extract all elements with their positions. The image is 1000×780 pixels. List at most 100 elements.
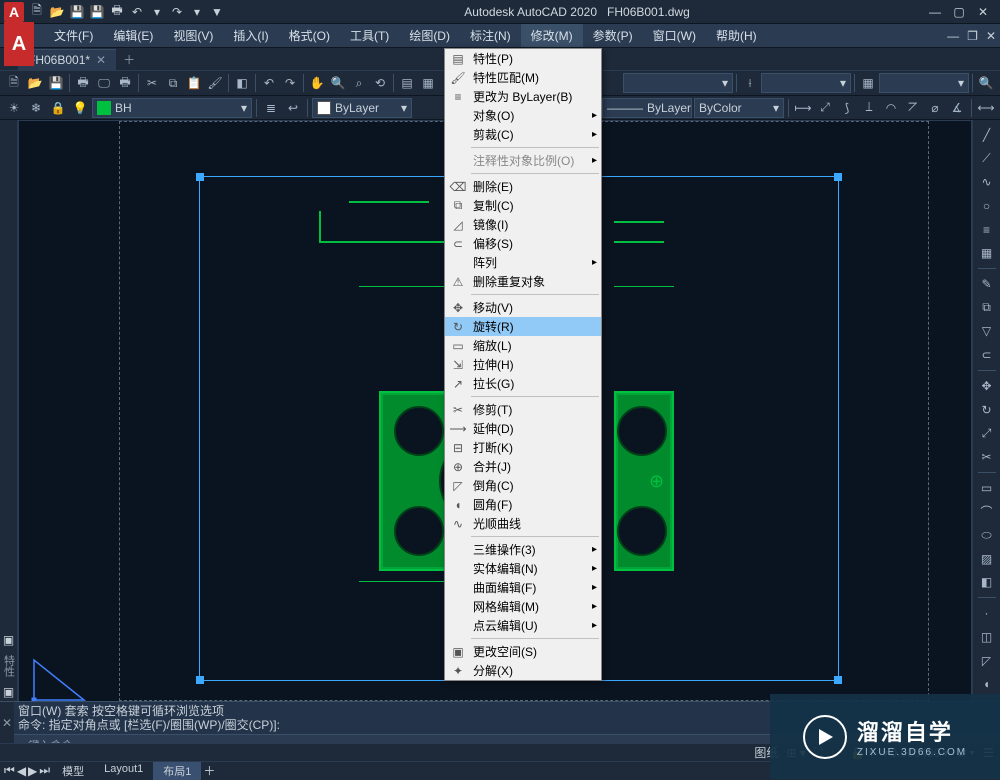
mdi-close-icon[interactable]: ✕ bbox=[986, 29, 996, 43]
panel-icon[interactable]: ▣ bbox=[3, 685, 14, 699]
ellipse-tool-icon[interactable]: ⬭ bbox=[976, 524, 998, 546]
rect-tool-icon[interactable]: ▭ bbox=[976, 477, 998, 499]
layer-manager-icon[interactable]: ☀ bbox=[4, 98, 24, 118]
layout-tab[interactable]: 布局1 bbox=[153, 762, 201, 780]
point-tool-icon[interactable]: · bbox=[976, 602, 998, 624]
plotstyle-dropdown[interactable]: ByColor ▾ bbox=[694, 98, 784, 118]
matchprop-icon[interactable]: 🖌 bbox=[205, 73, 225, 93]
move-tool-icon[interactable]: ✥ bbox=[976, 375, 998, 397]
menu-item[interactable]: ↗拉长(G) bbox=[445, 374, 601, 393]
menu-item[interactable]: ⚠删除重复对象 bbox=[445, 272, 601, 291]
menu-item[interactable]: ▭缩放(L) bbox=[445, 336, 601, 355]
menu-编辑[interactable]: 编辑(E) bbox=[103, 24, 163, 47]
menu-item[interactable]: 剪裁(C)▸ bbox=[445, 125, 601, 144]
layer-lock-icon[interactable]: 🔒 bbox=[48, 98, 68, 118]
block-tool-icon[interactable]: ◫ bbox=[976, 626, 998, 648]
chamfer-tool-icon[interactable]: ◸ bbox=[976, 650, 998, 672]
fillet-tool-icon[interactable]: ◖ bbox=[976, 673, 998, 695]
print-icon[interactable]: 🖶 bbox=[73, 73, 93, 93]
menu-item[interactable]: 曲面编辑(F)▸ bbox=[445, 578, 601, 597]
dim-radius-icon[interactable]: ◠ bbox=[881, 98, 901, 118]
layer-dropdown[interactable]: BH ▾ bbox=[92, 98, 252, 118]
chevron-down-icon[interactable]: ▾ bbox=[148, 3, 166, 21]
measure-icon[interactable]: ⟊ bbox=[740, 73, 760, 93]
arc-tool-icon[interactable]: ⌒ bbox=[976, 501, 998, 523]
undo-icon[interactable]: ↶ bbox=[128, 3, 146, 21]
redo-icon[interactable]: ↷ bbox=[168, 3, 186, 21]
menu-item[interactable]: ▣更改空间(S) bbox=[445, 642, 601, 661]
menu-item[interactable]: 点云编辑(U)▸ bbox=[445, 616, 601, 635]
menu-窗口[interactable]: 窗口(W) bbox=[643, 24, 706, 47]
menu-item[interactable]: 实体编辑(N)▸ bbox=[445, 559, 601, 578]
menu-item[interactable]: ⌫删除(E) bbox=[445, 177, 601, 196]
lineweight-dropdown[interactable]: ——— ByLayer▾ bbox=[602, 98, 692, 118]
menu-修改[interactable]: 修改(M) bbox=[521, 24, 583, 47]
menu-item[interactable]: 三维操作(3)▸ bbox=[445, 540, 601, 559]
find-icon[interactable]: 🔍 bbox=[976, 73, 996, 93]
menu-参数[interactable]: 参数(P) bbox=[583, 24, 643, 47]
dim-angular-icon[interactable]: ∡ bbox=[947, 98, 967, 118]
line-tool-icon[interactable]: ╱ bbox=[976, 124, 998, 146]
layer-prev-icon[interactable]: ↩ bbox=[283, 98, 303, 118]
offset-tool-icon[interactable]: ⊂ bbox=[976, 344, 998, 366]
menu-item[interactable]: ◿镜像(I) bbox=[445, 215, 601, 234]
saveas-icon[interactable]: 💾 bbox=[88, 3, 106, 21]
menu-item[interactable]: ◸倒角(C) bbox=[445, 476, 601, 495]
menu-item[interactable]: ∿光顺曲线 bbox=[445, 514, 601, 533]
color-dropdown[interactable]: ByLayer ▾ bbox=[312, 98, 412, 118]
menu-item[interactable]: ⧉复制(C) bbox=[445, 196, 601, 215]
spline-tool-icon[interactable]: ∿ bbox=[976, 171, 998, 193]
table-icon[interactable]: ▦ bbox=[858, 73, 878, 93]
new-icon[interactable]: 🗎 bbox=[28, 3, 46, 21]
pan-icon[interactable]: ✋ bbox=[307, 73, 327, 93]
table-tool-icon[interactable]: ▦ bbox=[976, 243, 998, 265]
menu-item[interactable]: ▤特性(P) bbox=[445, 49, 601, 68]
dim-aligned-icon[interactable]: ⤢ bbox=[815, 98, 835, 118]
redo-icon[interactable]: ↷ bbox=[280, 73, 300, 93]
tab-nav-next-icon[interactable]: ▶ bbox=[28, 764, 37, 778]
open-icon[interactable]: 📂 bbox=[48, 3, 66, 21]
print-icon[interactable]: 🖶 bbox=[108, 3, 126, 21]
copy-icon[interactable]: ⧉ bbox=[163, 73, 183, 93]
cut-icon[interactable]: ✂ bbox=[142, 73, 162, 93]
menu-帮助[interactable]: 帮助(H) bbox=[706, 24, 767, 47]
menu-item[interactable]: 🖌特性匹配(M) bbox=[445, 68, 601, 87]
annotation-scale-dropdown[interactable]: ▾ bbox=[623, 73, 733, 93]
menu-item[interactable]: 网格编辑(M)▸ bbox=[445, 597, 601, 616]
menu-格式[interactable]: 格式(O) bbox=[279, 24, 340, 47]
publish-icon[interactable]: 🖶 bbox=[115, 73, 135, 93]
mirror-tool-icon[interactable]: ▽ bbox=[976, 321, 998, 343]
hatch-tool-icon[interactable]: ▨ bbox=[976, 548, 998, 570]
minimize-button[interactable]: — bbox=[928, 5, 942, 19]
dim-quick-icon[interactable]: ⟷ bbox=[976, 98, 996, 118]
tab-nav-first-icon[interactable]: ⏮ bbox=[4, 763, 15, 778]
open-icon[interactable]: 📂 bbox=[25, 73, 45, 93]
menu-item[interactable]: ✦分解(X) bbox=[445, 661, 601, 680]
grip-handle[interactable] bbox=[196, 676, 204, 684]
menu-文件[interactable]: 文件(F) bbox=[44, 24, 103, 47]
left-palette-bar[interactable]: ▣ 特性 ▣ bbox=[0, 120, 18, 719]
grip-handle[interactable] bbox=[834, 676, 842, 684]
circle-tool-icon[interactable]: ○ bbox=[976, 195, 998, 217]
mtext-tool-icon[interactable]: ≡ bbox=[976, 219, 998, 241]
dim-linear-icon[interactable]: ⟼ bbox=[793, 98, 813, 118]
layout-tab[interactable]: 模型 bbox=[52, 762, 94, 780]
close-tab-icon[interactable]: ✕ bbox=[96, 53, 106, 67]
rotate-tool-icon[interactable]: ↻ bbox=[976, 399, 998, 421]
design-center-icon[interactable]: ▦ bbox=[418, 73, 438, 93]
table-style-dropdown[interactable]: ▾ bbox=[879, 73, 969, 93]
dim-jogged-icon[interactable]: ⦢ bbox=[903, 98, 923, 118]
menu-item[interactable]: ⊟打断(K) bbox=[445, 438, 601, 457]
scale-tool-icon[interactable]: ⤢ bbox=[976, 422, 998, 444]
menu-绘图[interactable]: 绘图(D) bbox=[399, 24, 460, 47]
polyline-tool-icon[interactable]: ⟋ bbox=[976, 148, 998, 170]
properties-icon[interactable]: ▤ bbox=[397, 73, 417, 93]
dim-style-dropdown[interactable]: ▾ bbox=[761, 73, 851, 93]
dim-diameter-icon[interactable]: ⌀ bbox=[925, 98, 945, 118]
menu-item[interactable]: ⟶延伸(D) bbox=[445, 419, 601, 438]
tab-nav-prev-icon[interactable]: ◀ bbox=[17, 764, 26, 778]
layout-tab[interactable]: Layout1 bbox=[94, 762, 153, 780]
menu-标注[interactable]: 标注(N) bbox=[460, 24, 521, 47]
app-big-logo-icon[interactable]: A bbox=[4, 22, 34, 66]
grip-handle[interactable] bbox=[196, 173, 204, 181]
